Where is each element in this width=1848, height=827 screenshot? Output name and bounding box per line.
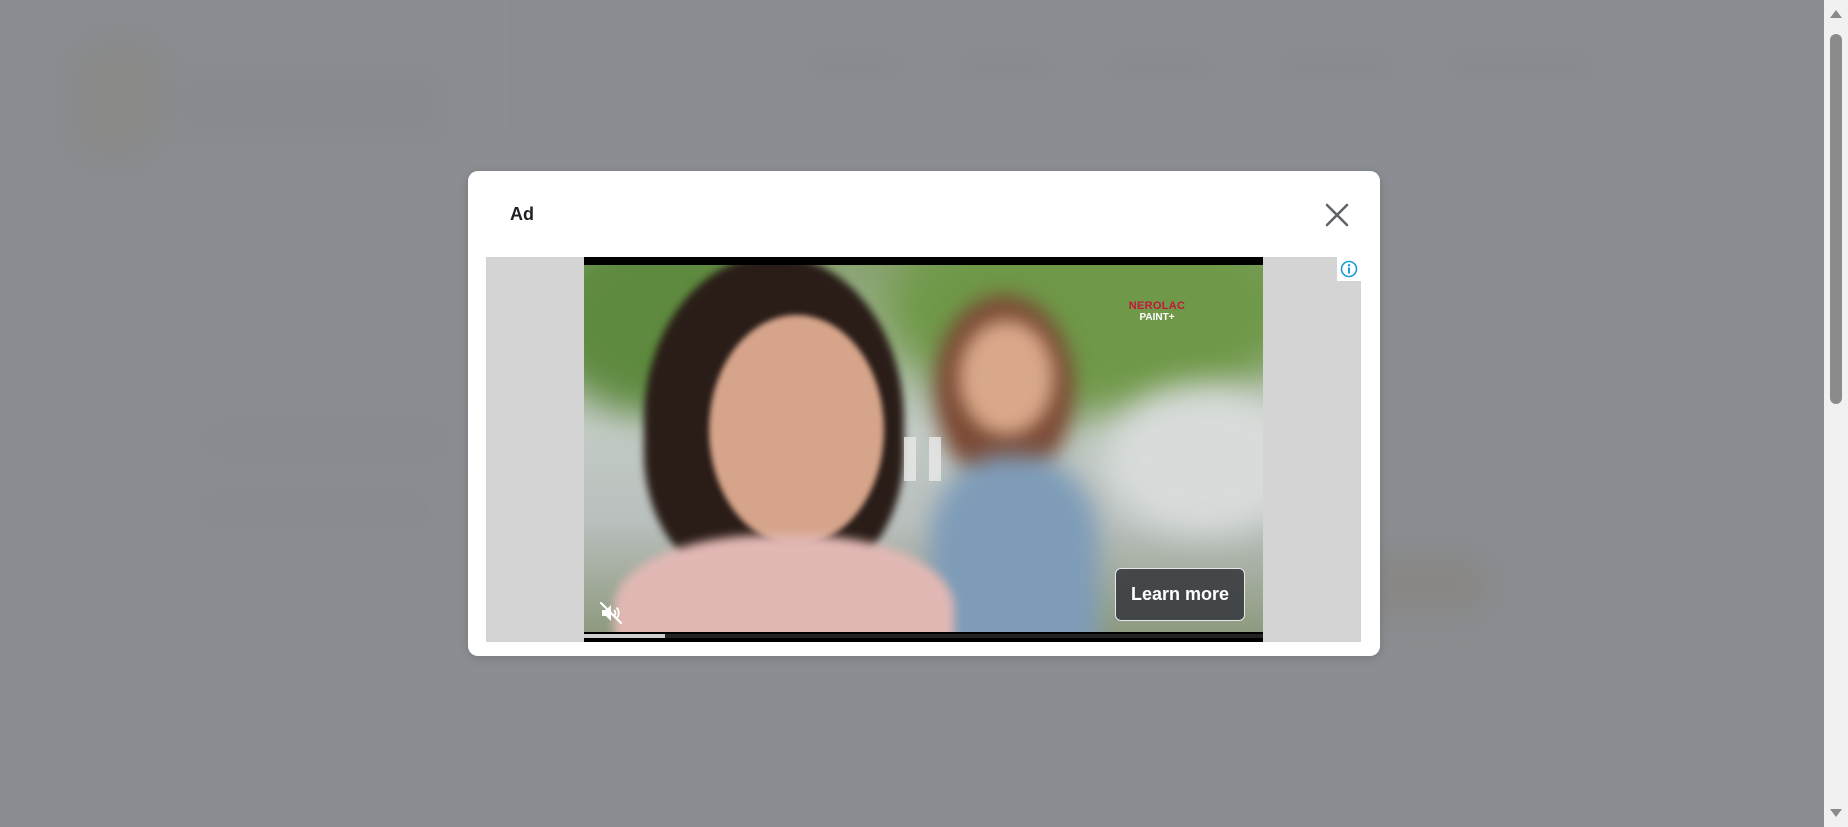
info-icon xyxy=(1340,260,1358,278)
pause-bar xyxy=(929,437,941,481)
scrollbar-thumb[interactable] xyxy=(1830,34,1842,404)
ad-info-button[interactable] xyxy=(1337,257,1361,281)
person-top xyxy=(614,535,954,632)
person-face xyxy=(959,320,1054,435)
learn-more-button[interactable]: Learn more xyxy=(1115,568,1245,621)
scroll-up-arrow-icon[interactable] xyxy=(1830,10,1842,18)
ad-modal: Ad NEROLAC PAINT+ Learn more xyxy=(468,171,1380,656)
scroll-down-arrow-icon[interactable] xyxy=(1830,809,1842,817)
person-face xyxy=(709,315,884,545)
video-player[interactable]: NEROLAC PAINT+ Learn more xyxy=(584,257,1263,642)
brand-logo-line2: PAINT+ xyxy=(1139,311,1175,323)
scrollbar[interactable] xyxy=(1824,0,1848,827)
pause-icon[interactable] xyxy=(904,437,944,481)
brand-logo: NEROLAC PAINT+ xyxy=(1127,300,1187,323)
modal-title: Ad xyxy=(510,204,534,224)
video-frame: NEROLAC PAINT+ Learn more xyxy=(584,265,1263,632)
video-progress-bar[interactable] xyxy=(584,634,1263,638)
muted-speaker-icon[interactable] xyxy=(598,600,624,626)
pause-bar xyxy=(904,437,916,481)
close-button[interactable] xyxy=(1320,198,1354,232)
person-top xyxy=(929,455,1099,632)
video-progress-fill xyxy=(584,634,666,638)
brand-logo-line1: NEROLAC xyxy=(1128,300,1186,312)
ad-frame: NEROLAC PAINT+ Learn more xyxy=(486,257,1361,642)
close-icon xyxy=(1325,203,1349,227)
